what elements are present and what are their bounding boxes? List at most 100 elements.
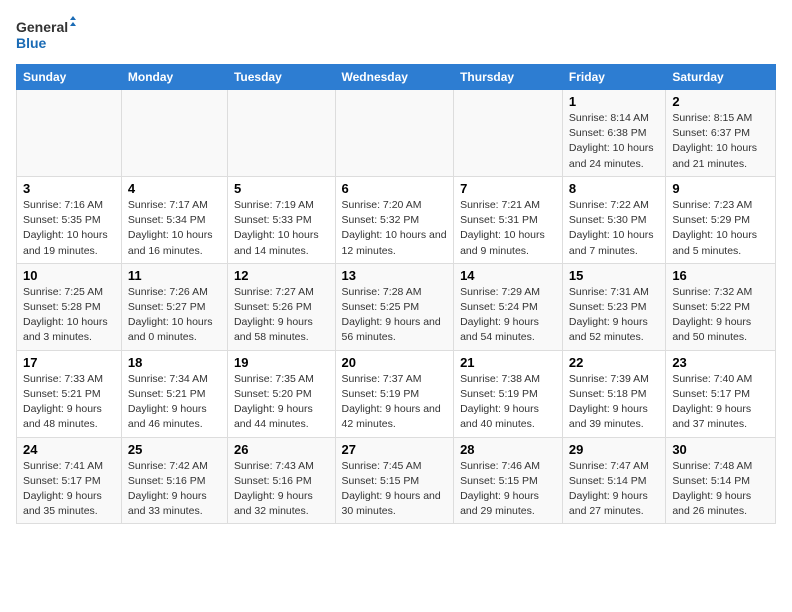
calendar-cell: 28Sunrise: 7:46 AM Sunset: 5:15 PM Dayli… bbox=[454, 437, 563, 524]
header-cell-sunday: Sunday bbox=[17, 65, 122, 90]
day-info: Sunrise: 7:32 AM Sunset: 5:22 PM Dayligh… bbox=[672, 285, 769, 346]
calendar-cell: 20 Sunrise: 7:37 AM Sunset: 5:19 PM Dayli… bbox=[335, 350, 454, 437]
day-info: Sunrise: 7:16 AM Sunset: 5:35 PM Dayligh… bbox=[23, 198, 115, 259]
calendar-cell: 2Sunrise: 8:15 AM Sunset: 6:37 PM Daylig… bbox=[666, 90, 776, 177]
day-info: Sunrise: 7:38 AM Sunset: 5:19 PM Dayligh… bbox=[460, 372, 556, 433]
calendar-cell: 22 Sunrise: 7:39 AM Sunset: 5:18 PM Dayli… bbox=[562, 350, 665, 437]
header-cell-monday: Monday bbox=[121, 65, 227, 90]
day-number: 11 bbox=[128, 268, 221, 283]
calendar-cell: 9 Sunrise: 7:23 AM Sunset: 5:29 PM Daylig… bbox=[666, 176, 776, 263]
day-number: 21 bbox=[460, 355, 556, 370]
day-number: 8 bbox=[569, 181, 659, 196]
calendar-cell: 17 Sunrise: 7:33 AM Sunset: 5:21 PM Dayli… bbox=[17, 350, 122, 437]
calendar-cell: 15Sunrise: 7:31 AM Sunset: 5:23 PM Dayli… bbox=[562, 263, 665, 350]
calendar-cell: 30Sunrise: 7:48 AM Sunset: 5:14 PM Dayli… bbox=[666, 437, 776, 524]
calendar-week-4: 17 Sunrise: 7:33 AM Sunset: 5:21 PM Dayli… bbox=[17, 350, 776, 437]
day-info: Sunrise: 7:40 AM Sunset: 5:17 PM Dayligh… bbox=[672, 372, 769, 433]
day-number: 24 bbox=[23, 442, 115, 457]
day-info: Sunrise: 7:48 AM Sunset: 5:14 PM Dayligh… bbox=[672, 459, 769, 520]
calendar-cell bbox=[335, 90, 454, 177]
day-info: Sunrise: 7:19 AM Sunset: 5:33 PM Dayligh… bbox=[234, 198, 329, 259]
calendar-header: SundayMondayTuesdayWednesdayThursdayFrid… bbox=[17, 65, 776, 90]
calendar-cell: 6Sunrise: 7:20 AM Sunset: 5:32 PM Daylig… bbox=[335, 176, 454, 263]
svg-text:General: General bbox=[16, 19, 68, 35]
day-number: 18 bbox=[128, 355, 221, 370]
header-cell-thursday: Thursday bbox=[454, 65, 563, 90]
day-number: 19 bbox=[234, 355, 329, 370]
day-info: Sunrise: 7:42 AM Sunset: 5:16 PM Dayligh… bbox=[128, 459, 221, 520]
logo-svg: General Blue bbox=[16, 16, 76, 56]
day-number: 25 bbox=[128, 442, 221, 457]
calendar-cell: 5 Sunrise: 7:19 AM Sunset: 5:33 PM Daylig… bbox=[227, 176, 335, 263]
calendar-week-5: 24Sunrise: 7:41 AM Sunset: 5:17 PM Dayli… bbox=[17, 437, 776, 524]
calendar-cell: 21 Sunrise: 7:38 AM Sunset: 5:19 PM Dayli… bbox=[454, 350, 563, 437]
day-info: Sunrise: 7:23 AM Sunset: 5:29 PM Dayligh… bbox=[672, 198, 769, 259]
calendar-cell bbox=[454, 90, 563, 177]
day-info: Sunrise: 7:21 AM Sunset: 5:31 PM Dayligh… bbox=[460, 198, 556, 259]
day-info: Sunrise: 8:14 AM Sunset: 6:38 PM Dayligh… bbox=[569, 111, 659, 172]
calendar-week-1: 1 Sunrise: 8:14 AM Sunset: 6:38 PM Daylig… bbox=[17, 90, 776, 177]
day-number: 26 bbox=[234, 442, 329, 457]
calendar-cell: 18 Sunrise: 7:34 AM Sunset: 5:21 PM Dayli… bbox=[121, 350, 227, 437]
day-info: Sunrise: 7:39 AM Sunset: 5:18 PM Dayligh… bbox=[569, 372, 659, 433]
day-info: Sunrise: 7:43 AM Sunset: 5:16 PM Dayligh… bbox=[234, 459, 329, 520]
calendar-cell: 1 Sunrise: 8:14 AM Sunset: 6:38 PM Daylig… bbox=[562, 90, 665, 177]
calendar-cell: 12 Sunrise: 7:27 AM Sunset: 5:26 PM Dayli… bbox=[227, 263, 335, 350]
svg-text:Blue: Blue bbox=[16, 35, 47, 51]
calendar-cell: 26 Sunrise: 7:43 AM Sunset: 5:16 PM Dayli… bbox=[227, 437, 335, 524]
day-number: 4 bbox=[128, 181, 221, 196]
calendar-week-2: 3 Sunrise: 7:16 AM Sunset: 5:35 PM Daylig… bbox=[17, 176, 776, 263]
day-number: 5 bbox=[234, 181, 329, 196]
day-info: Sunrise: 7:28 AM Sunset: 5:25 PM Dayligh… bbox=[342, 285, 448, 346]
header-row: SundayMondayTuesdayWednesdayThursdayFrid… bbox=[17, 65, 776, 90]
day-number: 23 bbox=[672, 355, 769, 370]
day-info: Sunrise: 7:45 AM Sunset: 5:15 PM Dayligh… bbox=[342, 459, 448, 520]
day-info: Sunrise: 7:31 AM Sunset: 5:23 PM Dayligh… bbox=[569, 285, 659, 346]
day-number: 10 bbox=[23, 268, 115, 283]
day-info: Sunrise: 7:34 AM Sunset: 5:21 PM Dayligh… bbox=[128, 372, 221, 433]
day-number: 14 bbox=[460, 268, 556, 283]
day-info: Sunrise: 7:29 AM Sunset: 5:24 PM Dayligh… bbox=[460, 285, 556, 346]
day-info: Sunrise: 7:27 AM Sunset: 5:26 PM Dayligh… bbox=[234, 285, 329, 346]
calendar-cell: 3 Sunrise: 7:16 AM Sunset: 5:35 PM Daylig… bbox=[17, 176, 122, 263]
calendar-cell: 19 Sunrise: 7:35 AM Sunset: 5:20 PM Dayli… bbox=[227, 350, 335, 437]
day-number: 13 bbox=[342, 268, 448, 283]
day-number: 12 bbox=[234, 268, 329, 283]
calendar-cell: 23 Sunrise: 7:40 AM Sunset: 5:17 PM Dayli… bbox=[666, 350, 776, 437]
day-number: 16 bbox=[672, 268, 769, 283]
day-number: 3 bbox=[23, 181, 115, 196]
calendar-cell bbox=[227, 90, 335, 177]
day-number: 2 bbox=[672, 94, 769, 109]
day-number: 20 bbox=[342, 355, 448, 370]
day-info: Sunrise: 7:35 AM Sunset: 5:20 PM Dayligh… bbox=[234, 372, 329, 433]
calendar-cell: 4 Sunrise: 7:17 AM Sunset: 5:34 PM Daylig… bbox=[121, 176, 227, 263]
day-info: Sunrise: 7:20 AM Sunset: 5:32 PM Dayligh… bbox=[342, 198, 448, 259]
calendar-cell: 16 Sunrise: 7:32 AM Sunset: 5:22 PM Dayli… bbox=[666, 263, 776, 350]
calendar-body: 1 Sunrise: 8:14 AM Sunset: 6:38 PM Daylig… bbox=[17, 90, 776, 524]
calendar-week-3: 10Sunrise: 7:25 AM Sunset: 5:28 PM Dayli… bbox=[17, 263, 776, 350]
day-number: 22 bbox=[569, 355, 659, 370]
header-cell-wednesday: Wednesday bbox=[335, 65, 454, 90]
day-info: Sunrise: 7:33 AM Sunset: 5:21 PM Dayligh… bbox=[23, 372, 115, 433]
calendar-cell: 13 Sunrise: 7:28 AM Sunset: 5:25 PM Dayli… bbox=[335, 263, 454, 350]
calendar-table: SundayMondayTuesdayWednesdayThursdayFrid… bbox=[16, 64, 776, 524]
day-number: 1 bbox=[569, 94, 659, 109]
header-cell-tuesday: Tuesday bbox=[227, 65, 335, 90]
calendar-cell: 24Sunrise: 7:41 AM Sunset: 5:17 PM Dayli… bbox=[17, 437, 122, 524]
day-number: 29 bbox=[569, 442, 659, 457]
calendar-cell: 7 Sunrise: 7:21 AM Sunset: 5:31 PM Daylig… bbox=[454, 176, 563, 263]
calendar-cell: 11 Sunrise: 7:26 AM Sunset: 5:27 PM Dayli… bbox=[121, 263, 227, 350]
day-number: 7 bbox=[460, 181, 556, 196]
calendar-cell: 10Sunrise: 7:25 AM Sunset: 5:28 PM Dayli… bbox=[17, 263, 122, 350]
calendar-cell: 14 Sunrise: 7:29 AM Sunset: 5:24 PM Dayli… bbox=[454, 263, 563, 350]
day-info: Sunrise: 7:17 AM Sunset: 5:34 PM Dayligh… bbox=[128, 198, 221, 259]
day-info: Sunrise: 7:26 AM Sunset: 5:27 PM Dayligh… bbox=[128, 285, 221, 346]
calendar-cell bbox=[121, 90, 227, 177]
day-info: Sunrise: 7:37 AM Sunset: 5:19 PM Dayligh… bbox=[342, 372, 448, 433]
day-number: 9 bbox=[672, 181, 769, 196]
day-number: 17 bbox=[23, 355, 115, 370]
calendar-cell: 25 Sunrise: 7:42 AM Sunset: 5:16 PM Dayli… bbox=[121, 437, 227, 524]
header: General Blue bbox=[16, 16, 776, 56]
day-number: 28 bbox=[460, 442, 556, 457]
calendar-cell: 29Sunrise: 7:47 AM Sunset: 5:14 PM Dayli… bbox=[562, 437, 665, 524]
